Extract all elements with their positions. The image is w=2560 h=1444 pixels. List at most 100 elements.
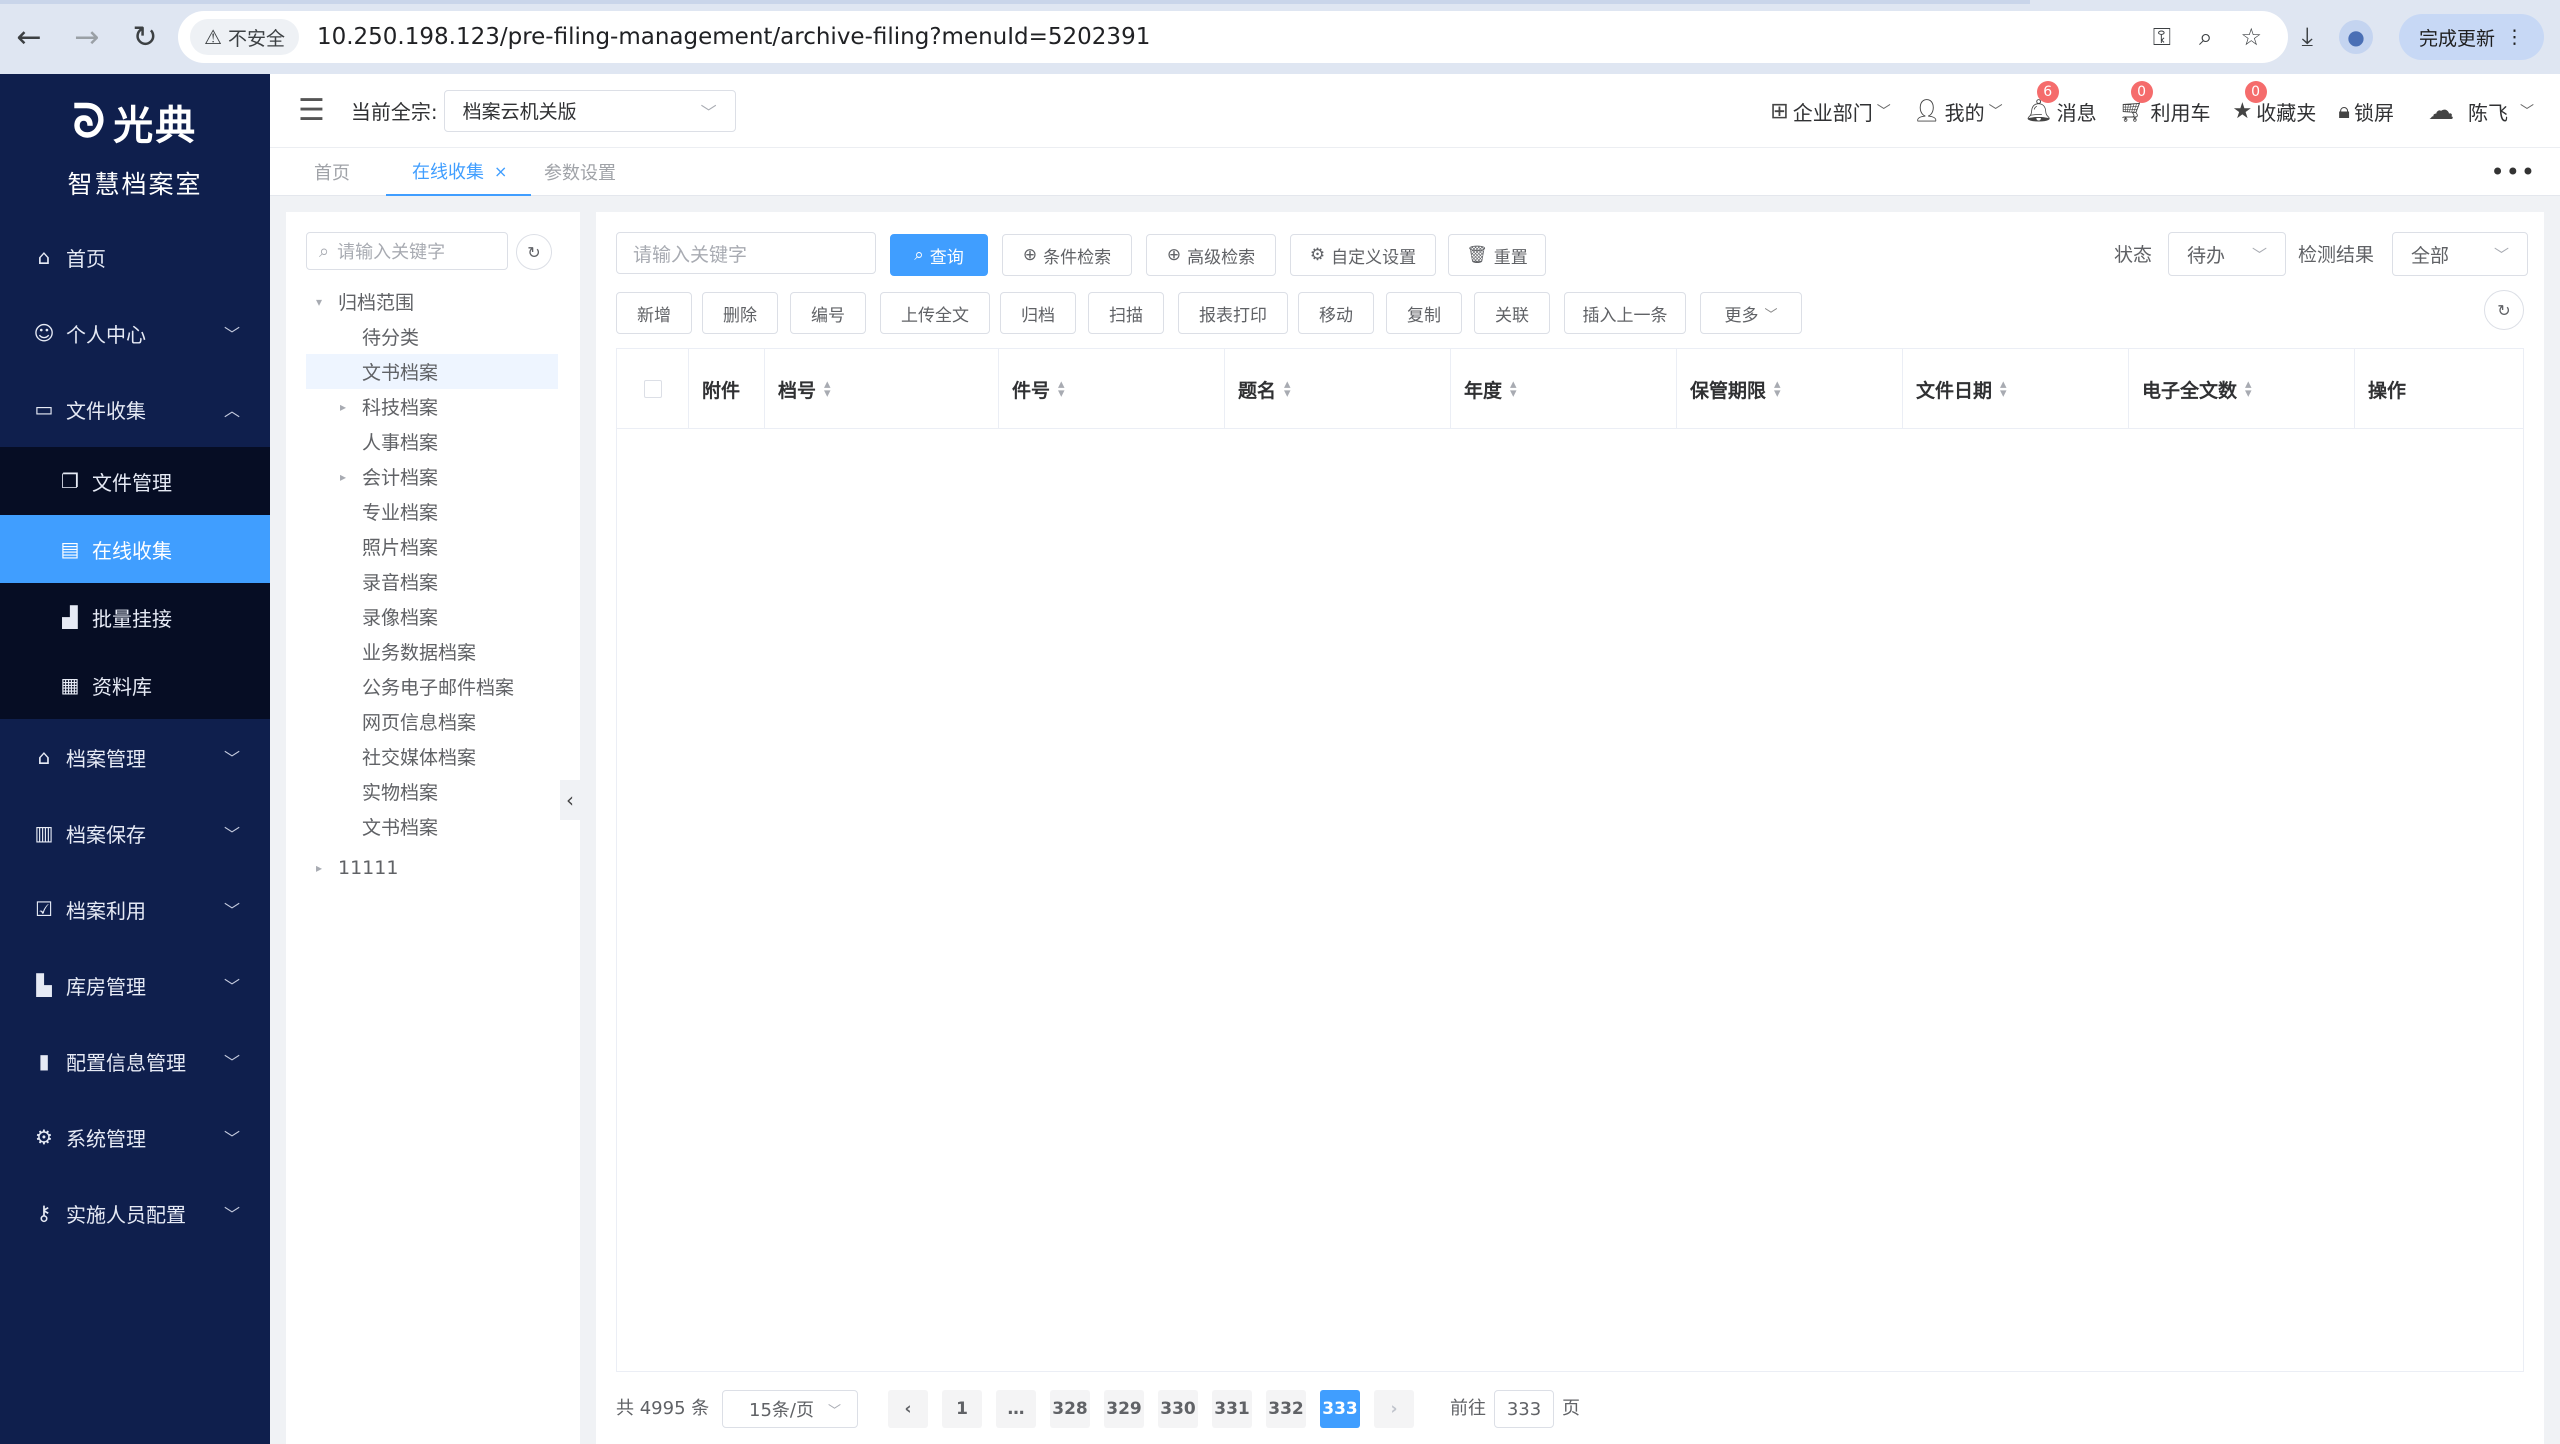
tree-node[interactable]: ▸ 科技档案 — [306, 389, 558, 424]
page-ellipsis[interactable]: … — [996, 1390, 1036, 1428]
page-size-select[interactable]: 15条/页 ﹀ — [722, 1390, 858, 1428]
page-button[interactable]: 331 — [1212, 1390, 1252, 1428]
tree-node[interactable]: 专业档案 — [306, 494, 558, 529]
tree-node[interactable]: 业务数据档案 — [306, 634, 558, 669]
password-key-icon[interactable]: ⚿ — [2153, 23, 2171, 51]
reload-icon[interactable]: ↻ — [116, 0, 174, 74]
status-select[interactable]: 待办 ﹀ — [2168, 232, 2286, 276]
add-button[interactable]: 新增 — [616, 292, 692, 334]
tree-node-filing-scope[interactable]: ▾ 归档范围 — [306, 284, 558, 319]
sidebar-item-batch-attach[interactable]: ▟ 批量挂接 — [0, 583, 270, 651]
tree-node-11111[interactable]: ▸ 11111 — [306, 850, 558, 885]
reset-button[interactable]: 🗑︎ 重置 — [1448, 234, 1546, 276]
copy-button[interactable]: 复制 — [1386, 292, 1462, 334]
sort-icon[interactable]: ▴ ▾ — [824, 378, 831, 400]
file-archive-button[interactable]: 归档 — [1000, 292, 1076, 334]
tree-node[interactable]: 录音档案 — [306, 564, 558, 599]
tree-node[interactable]: 实物档案 — [306, 774, 558, 809]
custom-settings-button[interactable]: ⚙ 自定义设置 — [1290, 234, 1436, 276]
sort-icon[interactable]: ▴ ▾ — [2245, 378, 2252, 400]
tree-node[interactable]: 社交媒体档案 — [306, 739, 558, 774]
tree-node[interactable]: 待分类 — [306, 319, 558, 354]
page-button-current[interactable]: 333 — [1320, 1390, 1360, 1428]
page-button[interactable]: 1 — [942, 1390, 982, 1428]
page-button[interactable]: 330 — [1158, 1390, 1198, 1428]
more-horizontal-icon[interactable]: ••• — [2491, 158, 2536, 186]
column-header-retention[interactable]: 保管期限 ▴ ▾ — [1677, 349, 1903, 429]
tree-node-selected[interactable]: 文书档案 — [306, 354, 558, 389]
page-button[interactable]: 328 — [1050, 1390, 1090, 1428]
sidebar-item-system-management[interactable]: ⚙ 系统管理 ﹀ — [0, 1099, 270, 1175]
query-button[interactable]: ⌕ 查询 — [890, 234, 988, 276]
column-header-fulltext-count[interactable]: 电子全文数 ▴ ▾ — [2129, 349, 2355, 429]
user-dropdown[interactable]: ☁ 陈飞 ﹀ — [2428, 96, 2534, 126]
page-button[interactable]: 332 — [1266, 1390, 1306, 1428]
caret-right-icon[interactable]: ▸ — [340, 470, 346, 484]
link-button[interactable]: 关联 — [1474, 292, 1550, 334]
goto-page-input[interactable]: 333 — [1494, 1390, 1554, 1428]
select-all-checkbox[interactable] — [643, 380, 662, 398]
sidebar-item-library[interactable]: ▦ 资料库 — [0, 651, 270, 719]
sidebar-item-archive-management[interactable]: ⌂ 档案管理 ﹀ — [0, 719, 270, 795]
column-header-item-no[interactable]: 件号 ▴ ▾ — [999, 349, 1225, 429]
cart-button[interactable]: 🛒︎ 0 利用车 — [2119, 80, 2211, 126]
download-icon[interactable]: ⤓ — [2301, 22, 2313, 53]
tree-search-input[interactable]: ⌕ 请输入关键字 — [306, 232, 508, 270]
table-refresh-icon[interactable]: ↻ — [2484, 290, 2524, 330]
sidebar-item-warehouse-management[interactable]: ▙ 库房管理 ﹀ — [0, 947, 270, 1023]
favorites-button[interactable]: ★ 0 收藏夹 — [2233, 80, 2316, 126]
security-chip[interactable]: ⚠ 不安全 — [190, 19, 299, 55]
prev-page-icon[interactable]: ‹ — [888, 1390, 928, 1428]
column-header-file-date[interactable]: 文件日期 ▴ ▾ — [1903, 349, 2129, 429]
tree-node[interactable]: ▸ 会计档案 — [306, 459, 558, 494]
hamburger-menu-icon[interactable]: ☰ — [298, 93, 325, 128]
tree-node[interactable]: 照片档案 — [306, 529, 558, 564]
address-bar[interactable]: ⚠ 不安全 10.250.198.123/pre-filing-manageme… — [178, 11, 2288, 63]
move-button[interactable]: 移动 — [1298, 292, 1374, 334]
tree-node[interactable]: 人事档案 — [306, 424, 558, 459]
column-header-archive-no[interactable]: 档号 ▴ ▾ — [765, 349, 999, 429]
caret-right-icon[interactable]: ▸ — [316, 861, 322, 875]
report-print-button[interactable]: 报表打印 — [1178, 292, 1288, 334]
condition-search-button[interactable]: ⊕ 条件检索 — [1002, 234, 1132, 276]
sidebar-item-implementer-config[interactable]: ⚷ 实施人员配置 ﹀ — [0, 1175, 270, 1251]
column-header-title[interactable]: 题名 ▴ ▾ — [1225, 349, 1451, 429]
keyword-search-input[interactable]: 请输入关键字 — [616, 232, 876, 274]
tree-node[interactable]: 网页信息档案 — [306, 704, 558, 739]
profile-avatar-icon[interactable]: ● — [2338, 20, 2373, 54]
tree-refresh-icon[interactable]: ↻ — [516, 234, 552, 270]
column-header-year[interactable]: 年度 ▴ ▾ — [1451, 349, 1677, 429]
sidebar-item-online-collection[interactable]: ▤ 在线收集 — [0, 515, 270, 583]
sidebar-item-file-collection[interactable]: ▭ 文件收集 ︿ — [0, 371, 270, 447]
sort-icon[interactable]: ▴ ▾ — [2000, 378, 2007, 400]
page-button[interactable]: 329 — [1104, 1390, 1144, 1428]
next-page-icon[interactable]: › — [1374, 1390, 1414, 1428]
sidebar-item-archive-usage[interactable]: ☑ 档案利用 ﹀ — [0, 871, 270, 947]
lock-screen-button[interactable]: 🔒︎ 锁屏 — [2338, 97, 2394, 126]
sidebar-item-personal-center[interactable]: ☺ 个人中心 ﹀ — [0, 295, 270, 371]
tree-node[interactable]: 录像档案 — [306, 599, 558, 634]
tab-home[interactable]: 首页 — [314, 148, 350, 196]
delete-button[interactable]: 删除 — [702, 292, 778, 334]
sidebar-item-config-info[interactable]: ▮ 配置信息管理 ﹀ — [0, 1023, 270, 1099]
sidebar-item-file-management[interactable]: ❐ 文件管理 — [0, 447, 270, 515]
back-icon[interactable]: ← — [0, 0, 58, 74]
tree-node[interactable]: 公务电子邮件档案 — [306, 669, 558, 704]
forward-icon[interactable]: → — [58, 0, 116, 74]
check-result-select[interactable]: 全部 ﹀ — [2392, 232, 2528, 276]
scan-button[interactable]: 扫描 — [1088, 292, 1164, 334]
tree-node[interactable]: 文书档案 — [306, 809, 558, 844]
sidebar-item-home[interactable]: ⌂ 首页 — [0, 219, 270, 295]
caret-right-icon[interactable]: ▸ — [340, 400, 346, 414]
bookmark-star-icon[interactable]: ☆ — [2240, 23, 2262, 51]
fonds-select[interactable]: 档案云机关版 ﹀ — [443, 89, 736, 132]
sort-icon[interactable]: ▴ ▾ — [1774, 378, 1781, 400]
sort-icon[interactable]: ▴ ▾ — [1284, 378, 1291, 400]
caret-down-icon[interactable]: ▾ — [316, 295, 322, 309]
sort-icon[interactable]: ▴ ▾ — [1058, 378, 1065, 400]
close-icon[interactable]: × — [494, 162, 507, 181]
tab-online-collection[interactable]: 在线收集 × — [386, 148, 532, 196]
sidebar-item-archive-storage[interactable]: ▥ 档案保存 ﹀ — [0, 795, 270, 871]
zoom-icon[interactable]: ⌕ — [2199, 23, 2212, 51]
advanced-search-button[interactable]: ⊕ 高级检索 — [1146, 234, 1276, 276]
